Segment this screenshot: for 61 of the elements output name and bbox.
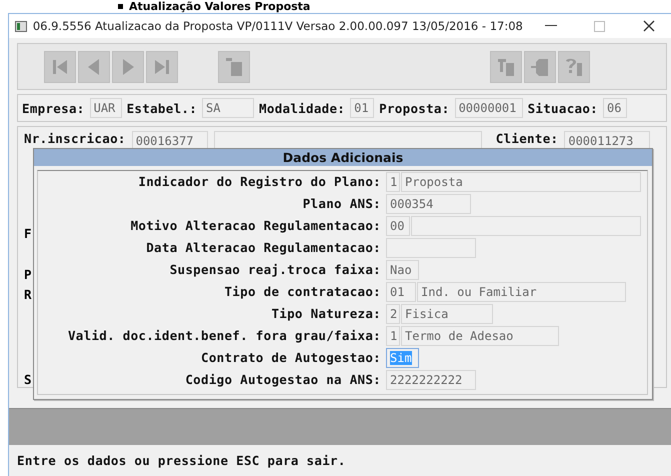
input-field[interactable]: 1 (386, 326, 400, 346)
first-record-button[interactable] (44, 50, 76, 82)
field-label: F (24, 227, 32, 241)
read-only-field: 000011273 (564, 131, 650, 149)
input-field[interactable]: 00 (386, 216, 410, 236)
font-button[interactable] (490, 50, 522, 82)
dialog-title: Dados Adicionais (34, 149, 652, 166)
field-label: Modalidade: (259, 100, 346, 116)
help-button[interactable] (558, 50, 590, 82)
document-icon (223, 56, 245, 78)
input-field[interactable]: 000354 (386, 194, 471, 214)
input-field[interactable]: 2 (386, 304, 400, 324)
input-field[interactable]: 2222222222 (386, 370, 476, 390)
field-label: Cliente: (496, 131, 558, 146)
app-icon (15, 20, 27, 32)
read-only-field: 01 (350, 98, 374, 118)
input-field[interactable] (411, 216, 641, 236)
next-record-button[interactable] (112, 50, 144, 82)
input-field[interactable]: Ind. ou Familiar (417, 282, 626, 302)
read-only-field: 00000001 (454, 98, 523, 118)
field-label: Plano ANS: (302, 195, 381, 213)
read-only-field: SA (202, 98, 254, 118)
field-label: Proposta: (379, 100, 450, 116)
status-message: Entre os dados ou pressione ESC para sair. (17, 453, 346, 468)
maximize-icon (594, 20, 606, 32)
window-title: 06.9.5556 Atualizacao da Proposta VP/0111V Versao 2.00.00.097 13/05/2016 - 17:08 (32, 19, 523, 33)
page-heading: Atualização Valores Proposta (129, 0, 310, 12)
field-label: R (24, 288, 32, 302)
input-field[interactable]: Proposta (401, 172, 641, 192)
field-label: Contrato de Autogestao: (200, 349, 381, 367)
field-label: Tipo de contratacao: (223, 283, 381, 301)
input-field[interactable]: 01 (386, 282, 416, 302)
field-label: Nr.inscricao: (24, 131, 126, 146)
field-label: S (24, 373, 32, 387)
field-label: Tipo Natureza: (270, 305, 381, 323)
field-label: Suspensao reaj.troca faixa: (168, 261, 381, 279)
field-label: Estabel.: (126, 100, 198, 116)
input-field[interactable]: Nao (386, 260, 419, 280)
last-record-button[interactable] (146, 50, 178, 82)
field-label: Valid. doc.ident.benef. fora grau/faixa: (66, 327, 381, 345)
read-only-field: 06 (603, 98, 628, 118)
field-label: P (24, 268, 32, 282)
field-label: Situacao: (528, 100, 598, 116)
field-label: Motivo Alteracao Regulamentacao: (130, 217, 381, 235)
field-label: Data Alteracao Regulamentacao: (145, 239, 381, 257)
document-button[interactable] (218, 50, 250, 82)
exit-button[interactable] (524, 50, 556, 82)
field-label: Empresa: (22, 100, 85, 116)
minimize-icon (544, 25, 557, 27)
read-only-field: UAR (90, 98, 122, 118)
input-field[interactable]: Fisica (401, 304, 493, 324)
input-field[interactable]: Termo de Adesao (401, 326, 559, 346)
input-field[interactable]: Sim (386, 348, 419, 368)
bullet-icon (118, 4, 123, 9)
field-label: Indicador do Registro do Plano: (137, 173, 381, 191)
previous-record-button[interactable] (78, 50, 110, 82)
read-only-field: 00016377 (132, 131, 208, 149)
input-field[interactable]: 1 (386, 172, 400, 192)
close-icon (643, 20, 656, 32)
field-label: Codigo Autogestao na ANS: (184, 371, 381, 389)
input-field[interactable] (386, 238, 476, 258)
